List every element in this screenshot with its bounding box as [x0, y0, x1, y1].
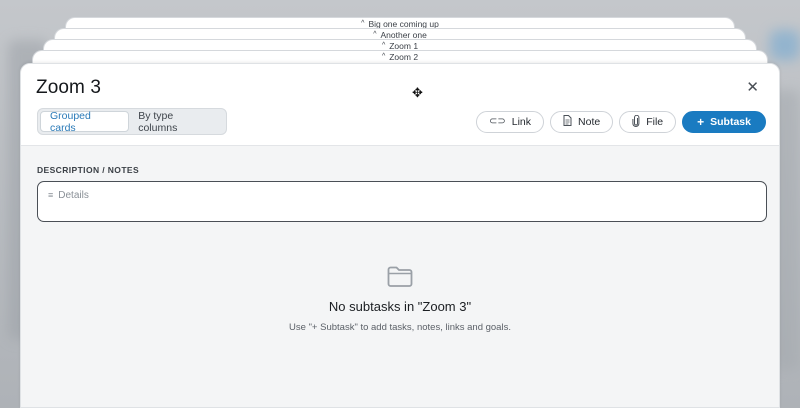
chevron-up-icon: ^: [381, 53, 386, 60]
move-icon[interactable]: ✥: [412, 86, 423, 99]
add-subtask-button-label: Subtask: [710, 116, 751, 128]
empty-state: No subtasks in "Zoom 3" Use "+ Subtask" …: [21, 266, 779, 333]
modal-title: Zoom 3: [36, 77, 102, 98]
link-button[interactable]: ⊂⊃ Link: [475, 111, 545, 133]
link-icon: ⊂⊃: [488, 116, 506, 127]
plus-icon: +: [697, 115, 705, 129]
task-modal: Zoom 3 ✥ ✕ Grouped cards By type columns…: [20, 63, 780, 408]
description-field[interactable]: ≡ Details: [37, 181, 767, 222]
view-option-grouped-cards[interactable]: Grouped cards: [40, 110, 130, 134]
note-button-label: Note: [578, 116, 601, 128]
description-label: DESCRIPTION / NOTES: [37, 165, 140, 175]
empty-state-subtitle: Use "+ Subtask" to add tasks, notes, lin…: [289, 322, 511, 333]
file-button[interactable]: File: [619, 111, 677, 133]
stack-item-label: Zoom 2: [389, 52, 419, 62]
view-toggle: Grouped cards By type columns: [37, 108, 227, 135]
description-placeholder: Details: [58, 190, 89, 201]
note-icon: [563, 115, 572, 129]
text-lines-icon: ≡: [48, 190, 54, 200]
close-icon[interactable]: ✕: [746, 80, 759, 95]
link-button-label: Link: [511, 116, 532, 128]
file-button-label: File: [646, 116, 664, 128]
paperclip-icon: [632, 114, 640, 130]
note-button[interactable]: Note: [550, 111, 614, 133]
folder-icon: [387, 266, 413, 287]
empty-state-title: No subtasks in "Zoom 3": [328, 299, 472, 314]
action-bar: ⊂⊃ Link Note File + Subtask: [475, 111, 766, 133]
add-subtask-button[interactable]: + Subtask: [682, 111, 766, 133]
modal-header: Zoom 3 ✥ ✕ Grouped cards By type columns…: [21, 64, 779, 146]
view-option-by-type-columns[interactable]: By type columns: [129, 110, 224, 134]
